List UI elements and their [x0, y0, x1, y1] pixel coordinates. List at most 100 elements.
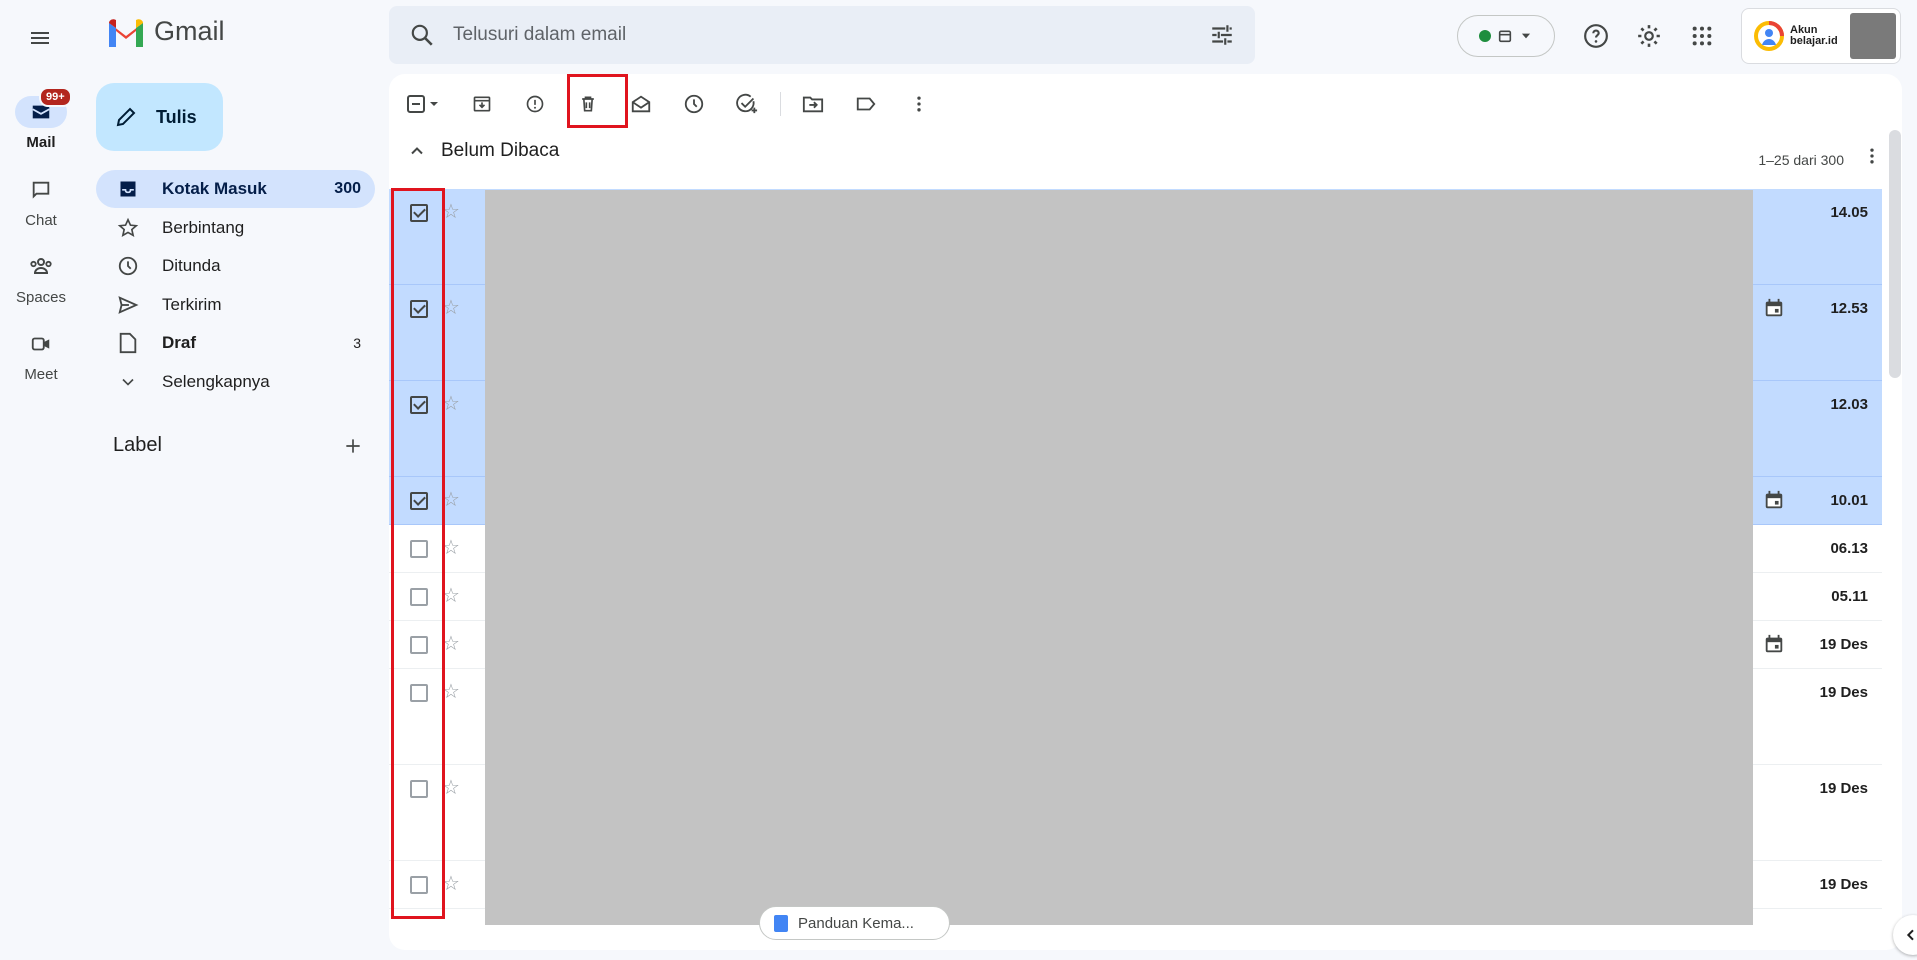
rail-label: Spaces [15, 289, 67, 306]
select-partial-icon [407, 95, 438, 113]
row-time: 05.11 [1831, 588, 1868, 605]
pencil-icon [116, 107, 136, 127]
section-title: Belum Dibaca [441, 140, 560, 161]
rail-item-mail[interactable]: 99+ Mail [0, 87, 82, 151]
move-to-button[interactable] [793, 84, 833, 124]
row-calendar[interactable] [1763, 633, 1785, 660]
spam-icon [526, 95, 544, 113]
account-button[interactable]: Akun belajar.id [1741, 8, 1901, 64]
label-button[interactable] [846, 84, 886, 124]
inbox-count: 300 [334, 180, 361, 197]
nav-label: Terkirim [162, 294, 222, 314]
list-scrollbar[interactable] [1889, 130, 1901, 378]
more-vert-icon [1870, 148, 1874, 164]
select-all-button[interactable] [399, 84, 449, 124]
more-vert-icon [917, 96, 921, 112]
spaces-icon [30, 258, 52, 274]
rail-item-meet[interactable]: Meet [0, 328, 82, 383]
compose-label: Tulis [156, 106, 197, 127]
rail-label: Mail [26, 134, 56, 151]
chat-icon [32, 181, 50, 199]
send-icon [118, 295, 139, 314]
nav-item-more[interactable]: Selengkapnya [96, 363, 375, 401]
row-time: 12.53 [1830, 300, 1868, 317]
nav-item-drafts[interactable]: Draf 3 [96, 324, 375, 362]
chevron-down-icon [122, 378, 134, 386]
help-button[interactable] [1576, 16, 1616, 56]
nav-label: Ditunda [162, 256, 221, 275]
settings-button[interactable] [1629, 16, 1669, 56]
attachment-name: Panduan Kema... [798, 914, 914, 932]
pagination-info[interactable]: 1–25 dari 300 [1758, 152, 1844, 168]
redacted-content [485, 190, 1753, 925]
rail-label: Chat [25, 212, 57, 229]
mail-open-icon [631, 95, 651, 113]
row-time: 19 Des [1819, 684, 1868, 701]
status-dot-icon [1479, 30, 1491, 42]
row-time: 10.01 [1830, 492, 1868, 509]
brand-name: Gmail [154, 16, 225, 46]
clock-icon [684, 94, 704, 114]
nav-item-starred[interactable]: Berbintang [96, 209, 375, 247]
calendar-icon [1765, 298, 1783, 317]
app-rail: 99+ Mail Chat Spaces Meet [0, 0, 82, 960]
chevron-up-icon [411, 147, 423, 155]
nav-label: Draf [162, 333, 197, 352]
calendar-icon [1765, 490, 1783, 509]
draft-icon [119, 332, 137, 354]
main-menu-button[interactable] [20, 18, 60, 58]
nav-item-inbox[interactable]: Kotak Masuk 300 [96, 170, 375, 208]
rail-item-chat[interactable]: Chat [0, 174, 82, 229]
snooze-button[interactable] [674, 84, 714, 124]
row-time: 19 Des [1819, 636, 1868, 653]
account-line-2: belajar.id [1790, 35, 1838, 47]
row-calendar[interactable] [1763, 297, 1785, 324]
delete-highlight-box [567, 74, 628, 128]
row-time: 14.05 [1830, 204, 1868, 221]
search-bar [389, 6, 1255, 64]
move-folder-icon [802, 96, 824, 113]
search-options-icon[interactable] [1209, 22, 1235, 48]
nav-label: Berbintang [162, 217, 245, 237]
avatar[interactable] [1850, 13, 1896, 59]
rail-item-spaces[interactable]: Spaces [0, 251, 82, 306]
section-options-button[interactable] [1862, 146, 1882, 171]
meet-icon [31, 337, 50, 351]
apps-button[interactable] [1682, 16, 1722, 56]
more-actions-button[interactable] [899, 84, 939, 124]
search-input[interactable] [453, 24, 1209, 46]
toolbar-divider [780, 92, 781, 116]
drafts-count: 3 [353, 335, 361, 351]
plus-icon[interactable] [343, 436, 363, 456]
attachment-chip[interactable]: Panduan Kema... [759, 906, 950, 940]
row-calendar[interactable] [1763, 489, 1785, 516]
section-header[interactable]: Belum Dibaca [407, 140, 559, 162]
inbox-icon [120, 181, 136, 197]
row-time: 19 Des [1819, 780, 1868, 797]
report-spam-button[interactable] [515, 84, 555, 124]
search-icon[interactable] [409, 22, 435, 48]
gear-icon [1638, 25, 1660, 47]
list-toolbar [399, 84, 952, 124]
nav-label: Kotak Masuk [162, 179, 267, 198]
row-time: 19 Des [1819, 876, 1868, 893]
add-task-icon [736, 93, 758, 114]
apps-grid-icon [1692, 26, 1712, 46]
labels-title: Label [113, 434, 162, 456]
clock-icon [118, 256, 138, 276]
archive-button[interactable] [462, 84, 502, 124]
checkbox-column-highlight [391, 188, 445, 919]
gmail-m-icon [109, 18, 143, 47]
archive-icon [473, 96, 491, 112]
add-task-button[interactable] [727, 84, 767, 124]
status-selector[interactable] [1457, 15, 1555, 57]
account-org-label: Akun belajar.id [1790, 25, 1838, 47]
gmail-logo[interactable]: Gmail [106, 16, 225, 47]
nav-item-sent[interactable]: Terkirim [96, 286, 375, 324]
labels-header: Label [113, 434, 363, 457]
nav-item-snoozed[interactable]: Ditunda [96, 247, 375, 285]
compose-button[interactable]: Tulis [96, 83, 223, 151]
unread-badge: 99+ [39, 87, 72, 107]
document-icon [774, 914, 788, 932]
nav-label: Selengkapnya [162, 371, 270, 391]
